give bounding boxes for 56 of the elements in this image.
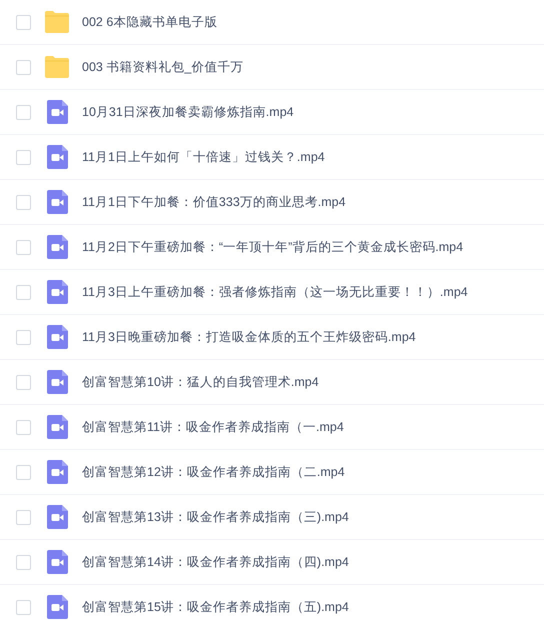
checkbox[interactable]: [16, 510, 31, 524]
file-name: 创富智慧第12讲：吸金作者养成指南（二.mp4: [82, 464, 345, 480]
file-row[interactable]: 创富智慧第15讲：吸金作者养成指南（五).mp4: [0, 585, 544, 629]
checkbox[interactable]: [16, 374, 31, 390]
file-row[interactable]: 11月3日上午重磅加餐：强者修炼指南（这一场无比重要！！）.mp4: [0, 270, 544, 315]
file-name: 002 6本隐藏书单电子版: [82, 14, 218, 30]
file-row[interactable]: 创富智慧第11讲：吸金作者养成指南（一.mp4: [0, 405, 544, 450]
file-row[interactable]: 11月1日下午加餐：价值333万的商业思考.mp4: [0, 180, 544, 225]
file-name: 10月31日深夜加餐卖霸修炼指南.mp4: [82, 104, 294, 120]
file-row[interactable]: 10月31日深夜加餐卖霸修炼指南.mp4: [0, 90, 544, 135]
file-name: 创富智慧第11讲：吸金作者养成指南（一.mp4: [82, 418, 344, 436]
file-name: 创富智慧第13讲：吸金作者养成指南（三).mp4: [82, 508, 349, 526]
file-name: 11月1日下午加餐：价值333万的商业思考.mp4: [82, 194, 346, 210]
file-name: 11月3日上午重磅加餐：强者修炼指南（这一场无比重要！！）.mp4: [82, 284, 468, 300]
file-row[interactable]: 创富智慧第14讲：吸金作者养成指南（四).mp4: [0, 540, 544, 585]
checkbox[interactable]: [16, 330, 31, 344]
video-file-icon: [46, 370, 68, 394]
video-file-icon: [46, 460, 68, 484]
file-row[interactable]: 002 6本隐藏书单电子版: [0, 0, 544, 45]
checkbox[interactable]: [16, 284, 31, 300]
video-file-icon: [46, 280, 68, 304]
file-row[interactable]: 创富智慧第10讲：猛人的自我管理术.mp4: [0, 360, 544, 405]
checkbox[interactable]: [16, 104, 31, 120]
video-file-icon: [46, 415, 68, 439]
file-row[interactable]: 11月3日晚重磅加餐：打造吸金体质的五个王炸级密码.mp4: [0, 315, 544, 360]
checkbox[interactable]: [16, 194, 31, 210]
video-file-icon: [46, 145, 68, 169]
video-file-icon: [46, 550, 68, 574]
checkbox[interactable]: [16, 464, 31, 480]
checkbox[interactable]: [16, 420, 31, 434]
file-row[interactable]: 创富智慧第13讲：吸金作者养成指南（三).mp4: [0, 495, 544, 540]
checkbox[interactable]: [16, 150, 31, 164]
file-row[interactable]: 11月1日上午如何「十倍速」过钱关？.mp4: [0, 135, 544, 180]
checkbox[interactable]: [16, 14, 31, 30]
folder-icon: [44, 11, 70, 33]
checkbox[interactable]: [16, 554, 31, 570]
folder-icon: [44, 56, 70, 78]
file-name: 11月3日晚重磅加餐：打造吸金体质的五个王炸级密码.mp4: [82, 328, 416, 346]
video-file-icon: [46, 325, 68, 349]
file-row[interactable]: 11月2日下午重磅加餐：“一年顶十年”背后的三个黄金成长密码.mp4: [0, 225, 544, 270]
file-name: 创富智慧第14讲：吸金作者养成指南（四).mp4: [82, 554, 349, 570]
video-file-icon: [46, 235, 68, 259]
checkbox[interactable]: [16, 240, 31, 254]
video-file-icon: [46, 505, 68, 529]
file-row[interactable]: 创富智慧第12讲：吸金作者养成指南（二.mp4: [0, 450, 544, 495]
file-name: 003 书籍资料礼包_价值千万: [82, 58, 244, 76]
video-file-icon: [46, 190, 68, 214]
video-file-icon: [46, 595, 68, 619]
file-name: 11月2日下午重磅加餐：“一年顶十年”背后的三个黄金成长密码.mp4: [82, 238, 464, 256]
checkbox[interactable]: [16, 60, 31, 74]
video-file-icon: [46, 100, 68, 124]
checkbox[interactable]: [16, 600, 31, 614]
file-name: 11月1日上午如何「十倍速」过钱关？.mp4: [82, 148, 325, 166]
file-row[interactable]: 003 书籍资料礼包_价值千万: [0, 45, 544, 90]
file-name: 创富智慧第10讲：猛人的自我管理术.mp4: [82, 374, 319, 390]
file-name: 创富智慧第15讲：吸金作者养成指南（五).mp4: [82, 598, 349, 616]
